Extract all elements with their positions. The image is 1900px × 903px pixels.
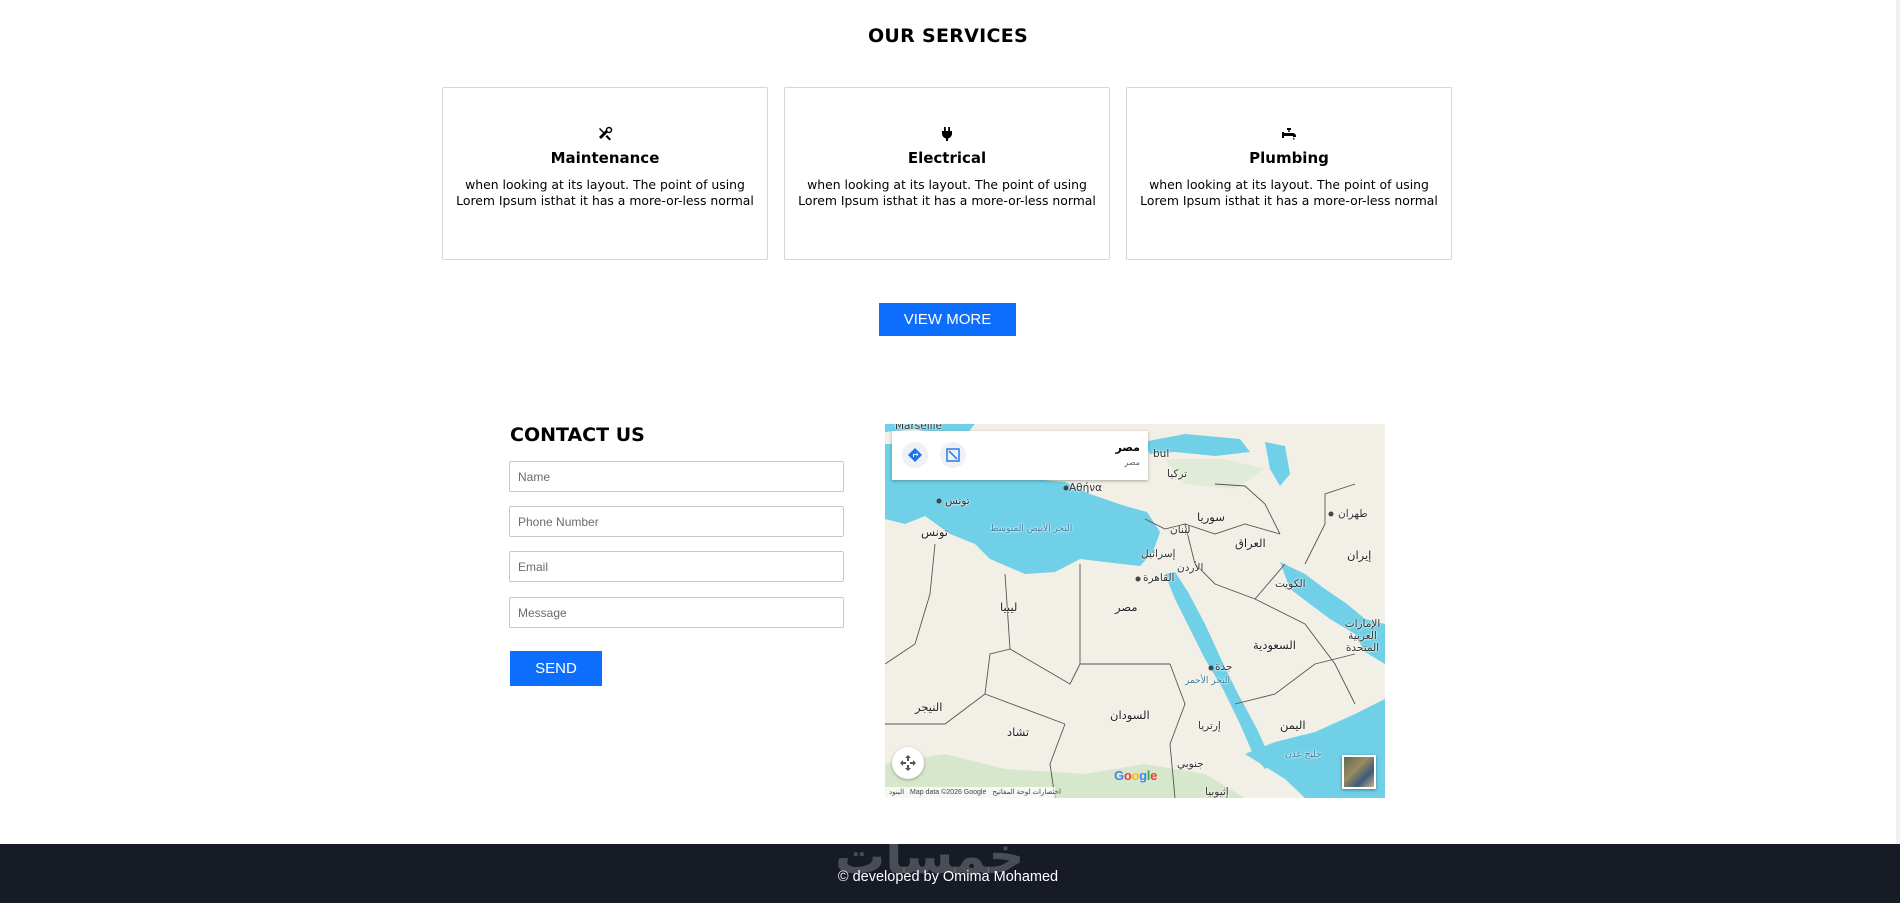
map-label: الإمارات العربية المتحدة [1344,618,1381,654]
map-label: السعودية [1253,638,1296,652]
map-label: النيجر [915,700,943,714]
map-label: البحر الأحمر [1185,676,1230,686]
send-button[interactable]: SEND [510,651,602,686]
map-label: تونس [945,495,970,507]
map-place-sub: مصر [1124,458,1140,467]
map-label: جنوبي [1177,758,1204,770]
tools-icon [443,126,767,144]
page-scrollbar[interactable] [1896,0,1900,903]
keyboard-shortcuts-link[interactable]: اختصارات لوحة المفاتيح [992,789,1061,796]
phone-input[interactable] [509,506,844,537]
map-label: لبنان [1170,524,1191,536]
footer-credit: © developed by Omima Mohamed [837,869,1059,885]
email-input[interactable] [509,551,844,582]
service-card-electrical: Electrical when looking at its layout. T… [784,87,1110,260]
map-label: تركيا [1167,468,1188,480]
map-label: إيران [1347,548,1372,562]
google-logo-letter: g [1139,768,1147,783]
map-label: bul [1153,448,1170,460]
directions-icon [908,448,922,462]
map-terms-link[interactable]: البنود [889,789,904,796]
map-label: الكويت [1275,578,1306,590]
service-card-text: when looking at its layout. The point of… [456,177,754,208]
plug-icon [785,126,1109,144]
service-card-title: Plumbing [1249,149,1329,167]
map-label: ليبيا [1000,600,1018,614]
map-label: تونس [921,525,949,539]
map-label: العراق [1235,536,1266,550]
map-place-card: مصر مصر [892,431,1148,480]
service-card-maintenance: Maintenance when looking at its layout. … [442,87,768,260]
google-logo-letter: G [1114,768,1124,783]
map-label: إثيوبيا [1205,786,1229,798]
open-external-icon [946,448,960,462]
footer: خمسات © developed by Omima Mohamed [0,827,1900,903]
message-input[interactable] [509,597,844,628]
view-more-button[interactable]: VIEW MORE [879,303,1016,336]
map-label: إرتريا [1198,720,1221,732]
service-card-title: Electrical [907,149,987,167]
map-label: السودان [1110,708,1150,722]
map-label: خليج عدن [1285,750,1322,760]
faucet-icon [1127,126,1451,144]
map-label: تشاد [1007,725,1030,739]
services-title: OUR SERVICES [867,25,1029,47]
map-attribution: البنود Map data ©2026 Google اختصارات لو… [885,787,1061,798]
map-attribution-text: Map data ©2026 Google [910,789,987,796]
map-label: طهران [1338,508,1368,520]
map-label: البحر الأبيض المتوسط [990,524,1073,534]
open-in-maps-button[interactable] [940,442,966,468]
map-label: اليمن [1280,718,1306,732]
directions-button[interactable] [902,442,928,468]
service-card-plumbing: Plumbing when looking at its layout. The… [1126,87,1452,260]
map-label: الأردن [1177,562,1204,574]
google-logo-letter: e [1150,768,1158,783]
map-label: Αθήνα [1069,482,1103,494]
service-card-text: when looking at its layout. The point of… [798,177,1096,208]
satellite-toggle-button[interactable] [1342,755,1376,789]
contact-title: CONTACT US [510,424,645,446]
fullscreen-icon [900,755,916,771]
google-logo: Google [1114,768,1157,783]
name-input[interactable] [509,461,844,492]
service-card-title: Maintenance [550,149,660,167]
service-card-text: when looking at its layout. The point of… [1140,177,1438,208]
map-place-name: مصر [1115,441,1141,454]
map-label: سوريا [1197,510,1225,524]
map-label: جدة [1215,661,1233,673]
fullscreen-button[interactable] [892,747,924,779]
map-label: مصر [1115,600,1138,614]
google-map[interactable]: Marseille bul Αθήνα تركيا تونس تونس البح… [885,424,1385,798]
map-label: إسرائيل [1141,548,1176,560]
map-label: القاهرة [1143,572,1175,584]
google-logo-letter: o [1131,768,1140,783]
